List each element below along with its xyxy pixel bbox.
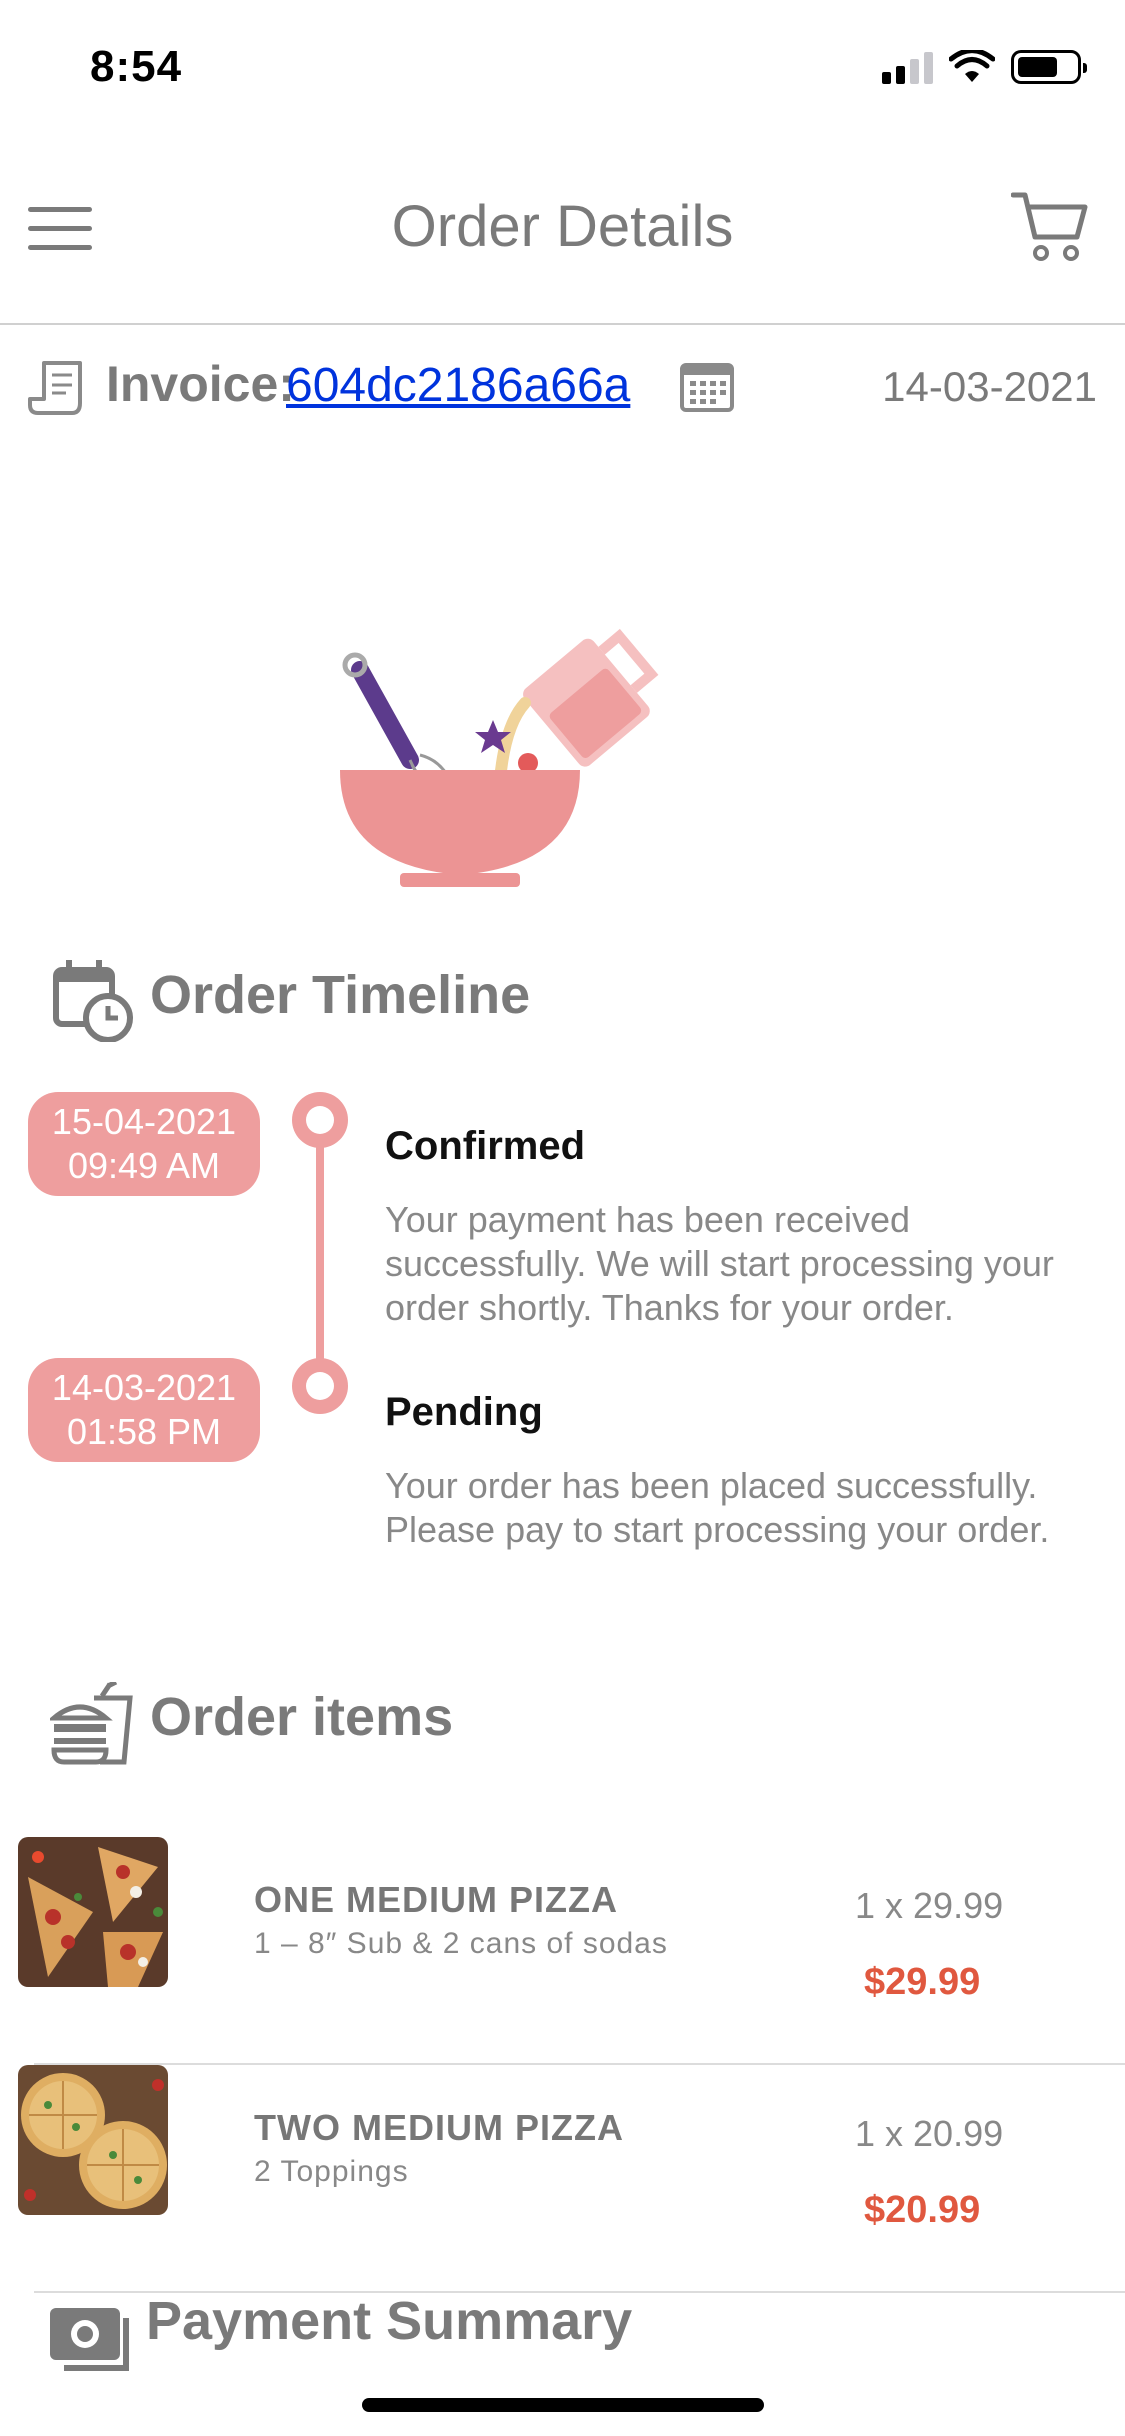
calendar-clock-icon: [53, 960, 133, 1042]
order-items-header: Order items: [50, 1682, 750, 1772]
timeline-dot: [292, 1092, 348, 1148]
order-items-title: Order items: [150, 1687, 454, 1747]
invoice-label: Invoice:: [106, 356, 295, 412]
page-title: Order Details: [391, 194, 734, 259]
signal-icon: [882, 50, 933, 84]
timeline-date: 14-03-2021: [51, 1367, 237, 1408]
item-description: 1 – 8″ Sub & 2 cans of sodas: [254, 1927, 668, 1960]
timeline-status: Pending: [385, 1390, 543, 1434]
item-quantity: 1 x 20.99: [855, 2113, 1004, 2154]
timeline-header: Order Timeline: [50, 958, 750, 1048]
item-quantity: 1 x 29.99: [855, 1885, 1004, 1926]
status-time: 8:54: [90, 42, 183, 91]
item-description: 2 Toppings: [254, 2155, 409, 2188]
pizza-image: [18, 1837, 168, 1987]
item-name: TWO MEDIUM PIZZA: [254, 2107, 624, 2148]
timeline-line: [316, 1120, 324, 1388]
invoice-row: Invoice: 604dc2186a66a 14-03-2021: [28, 355, 1097, 415]
payment-summary-header: Payment Summary: [50, 2290, 750, 2380]
invoice-id-link[interactable]: 604dc2186a66a: [286, 358, 630, 413]
calendar-icon: [680, 363, 734, 412]
item-name: ONE MEDIUM PIZZA: [254, 1879, 618, 1920]
timeline-time: 01:58 PM: [66, 1411, 222, 1452]
nav-bar: Order Details: [0, 135, 1125, 325]
timeline-description: Your payment has been received successfu…: [385, 1199, 1054, 1328]
timeline-status: Confirmed: [385, 1124, 585, 1168]
pizza-image: [18, 2065, 168, 2215]
wifi-icon: [949, 50, 995, 82]
payment-summary-title: Payment Summary: [146, 2291, 633, 2351]
battery-icon: [1011, 50, 1087, 84]
food-icon: [50, 1682, 133, 1765]
order-item-row[interactable]: TWO MEDIUM PIZZA 2 Toppings 1 x 20.99 $2…: [0, 2065, 1125, 2293]
timeline-dot: [292, 1358, 348, 1414]
invoice-date: 14-03-2021: [882, 363, 1097, 410]
timeline-date: 15-04-2021: [51, 1101, 237, 1142]
status-bar: 8:54: [0, 0, 1125, 135]
item-total: $20.99: [864, 2189, 981, 2231]
cart-icon[interactable]: [1011, 189, 1089, 265]
receipt-icon: [28, 361, 82, 415]
payment-icon: [50, 2308, 129, 2371]
order-item-row[interactable]: ONE MEDIUM PIZZA 1 – 8″ Sub & 2 cans of …: [0, 1837, 1125, 2065]
item-total: $29.99: [864, 1961, 981, 2003]
timeline-date-badge: 15-04-2021 09:49 AM: [28, 1092, 260, 1196]
home-indicator[interactable]: [362, 2398, 764, 2412]
timeline-time: 09:49 AM: [67, 1145, 221, 1186]
status-icons: [882, 50, 1087, 84]
timeline-title: Order Timeline: [150, 965, 531, 1025]
timeline-date-badge: 14-03-2021 01:58 PM: [28, 1358, 260, 1462]
mixing-bowl-illustration: [340, 628, 659, 887]
timeline-description: Your order has been placed successfully.…: [385, 1465, 1050, 1550]
